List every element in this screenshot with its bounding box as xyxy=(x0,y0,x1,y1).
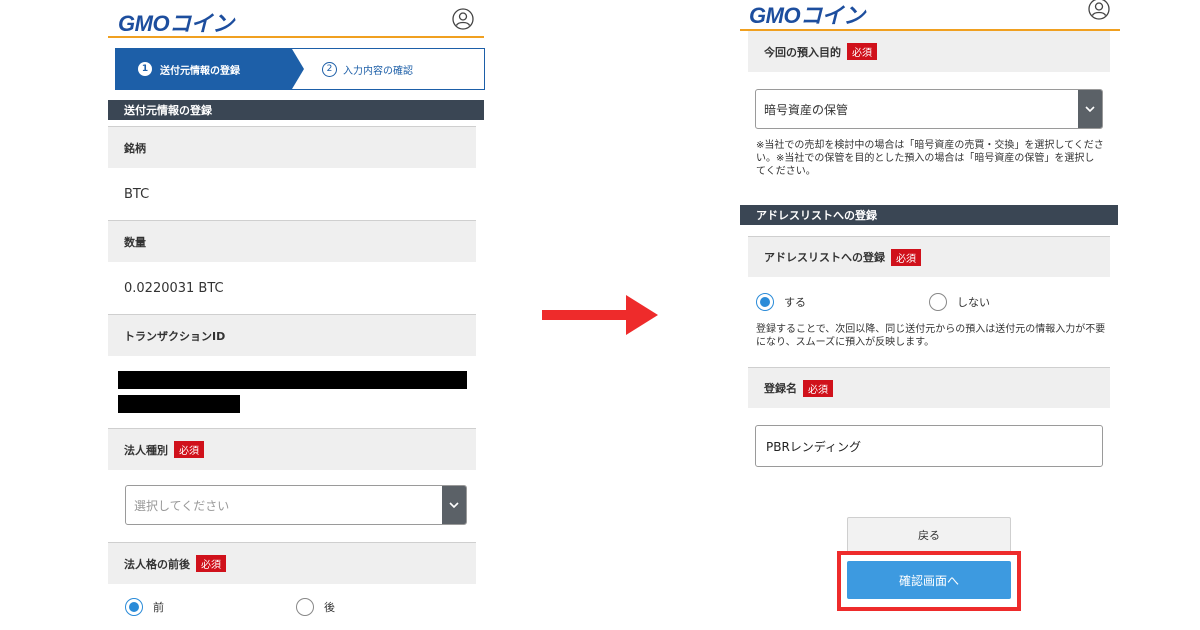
radio-selected-icon xyxy=(125,598,143,616)
purpose-selected-value: 暗号資産の保管 xyxy=(764,102,849,117)
radio-selected-icon xyxy=(756,293,774,311)
txid-redacted-line-1 xyxy=(118,371,467,389)
entity-type-placeholder: 選択してください xyxy=(134,498,230,513)
address-list-note: 登録することで、次回以降、同じ送付元からの預入は送付元の情報入力が不要になり、ス… xyxy=(756,324,1106,348)
required-badge: 必須 xyxy=(196,555,226,572)
entity-type-label-text: 法人種別 xyxy=(124,443,168,457)
chevron-down-icon xyxy=(442,486,466,524)
txid-redacted-line-2 xyxy=(118,395,240,413)
entity-position-label-text: 法人格の前後 xyxy=(124,557,190,571)
required-badge: 必須 xyxy=(174,441,204,458)
radio-unselected-icon xyxy=(929,293,947,311)
symbol-value: BTC xyxy=(124,186,150,202)
required-badge: 必須 xyxy=(803,379,833,397)
back-button[interactable]: 戻る xyxy=(847,517,1011,553)
entity-position-radio-after[interactable]: 後 xyxy=(296,598,335,616)
address-list-radio-yes[interactable]: する xyxy=(756,293,806,311)
chevron-down-icon xyxy=(1078,90,1102,128)
logo-coin-text: コイン xyxy=(169,11,234,36)
step-1-current: 1 送付元情報の登録 xyxy=(116,49,292,89)
logo-coin-text: コイン xyxy=(800,3,865,28)
address-list-label-text: アドレスリストへの登録 xyxy=(764,251,885,264)
user-circle-icon[interactable] xyxy=(1088,0,1110,20)
section-title-sender-info: 送付元情報の登録 xyxy=(108,100,484,120)
gmo-coin-logo[interactable]: GMOコイン xyxy=(749,0,865,30)
section-title-address-list: アドレスリストへの登録 xyxy=(740,205,1118,225)
address-list-radio-no[interactable]: しない xyxy=(929,293,990,311)
step-1-label: 送付元情報の登録 xyxy=(160,65,240,77)
entity-type-select[interactable]: 選択してください xyxy=(125,485,467,525)
entity-position-label: 法人格の前後 必須 xyxy=(108,542,476,584)
step-2-number: 2 xyxy=(322,61,337,77)
step-arrow-shape xyxy=(292,49,304,89)
symbol-label: 銘柄 xyxy=(108,126,476,168)
amount-label: 数量 xyxy=(108,220,476,262)
gmo-coin-logo[interactable]: GMOコイン xyxy=(118,6,234,38)
required-badge: 必須 xyxy=(891,248,921,266)
txid-label: トランザクションID xyxy=(108,314,476,356)
purpose-label: 今回の預入目的 必須 xyxy=(748,31,1110,72)
radio-label-before: 前 xyxy=(153,601,164,614)
registration-name-label: 登録名 必須 xyxy=(748,367,1110,408)
entity-type-label: 法人種別 必須 xyxy=(108,428,476,470)
right-arrow-icon xyxy=(542,295,658,335)
left-screen: GMOコイン 1 送付元情報の登録 2 入力内容の確認 送付元情報の登録 銘柄 … xyxy=(108,0,485,630)
required-badge: 必須 xyxy=(847,43,877,60)
right-screen: GMOコイン 今回の預入目的 必須 暗号資産の保管 ※当社での売却を検討中の場合は… xyxy=(740,0,1120,630)
step-2-label: 入力内容の確認 xyxy=(343,65,413,77)
purpose-select[interactable]: 暗号資産の保管 xyxy=(755,89,1103,129)
address-list-label: アドレスリストへの登録 必須 xyxy=(748,236,1110,277)
step-1-number: 1 xyxy=(138,62,152,76)
entity-position-radio-before[interactable]: 前 xyxy=(125,598,164,616)
logo-gmo-text: GMO xyxy=(118,11,170,36)
registration-name-input[interactable]: PBRレンディング xyxy=(755,425,1103,467)
purpose-label-text: 今回の預入目的 xyxy=(764,45,841,59)
radio-label-no: しない xyxy=(957,296,990,309)
amount-value: 0.0220031 BTC xyxy=(124,280,224,296)
step-2: 2 入力内容の確認 xyxy=(322,49,413,89)
header-divider xyxy=(108,36,484,38)
radio-label-yes: する xyxy=(784,296,806,309)
confirm-button-highlight xyxy=(837,551,1021,611)
user-circle-icon[interactable] xyxy=(452,8,474,30)
radio-label-after: 後 xyxy=(324,601,335,614)
logo-gmo-text: GMO xyxy=(749,3,801,28)
purpose-note: ※当社での売却を検討中の場合は「暗号資産の売買・交換」を選択してください。※当社… xyxy=(756,140,1104,177)
radio-unselected-icon xyxy=(296,598,314,616)
registration-name-label-text: 登録名 xyxy=(764,382,797,395)
step-indicator: 1 送付元情報の登録 2 入力内容の確認 xyxy=(115,48,485,90)
